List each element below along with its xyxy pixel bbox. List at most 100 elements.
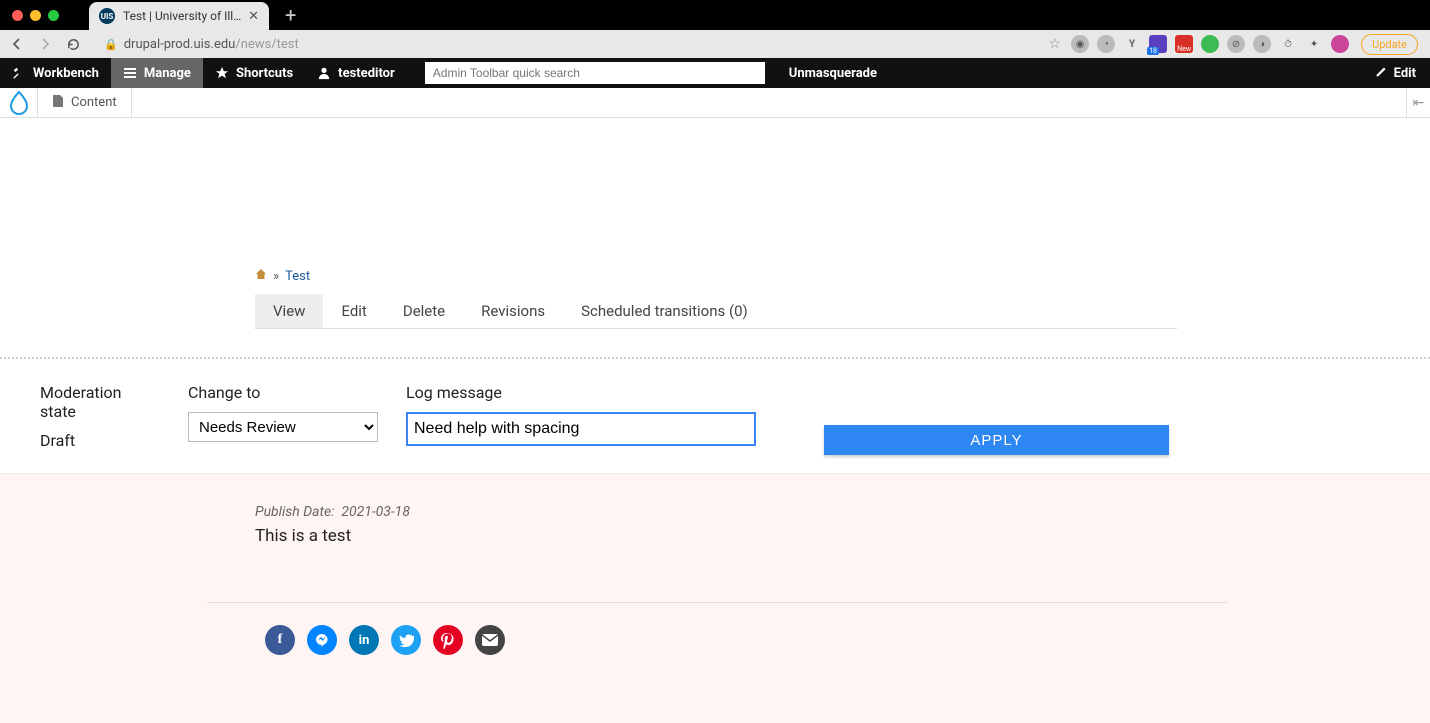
twitter-share-button[interactable] (391, 625, 421, 655)
collapse-toolbar-icon[interactable]: ⇤ (1406, 88, 1430, 118)
breadcrumb-current[interactable]: Test (285, 269, 310, 284)
publish-date: Publish Date: 2021-03-18 (255, 504, 1177, 520)
user-label: testeditor (338, 66, 395, 81)
linkedin-share-button[interactable]: in (349, 625, 379, 655)
node-body: This is a test (255, 526, 1177, 546)
node-content-region: Publish Date: 2021-03-18 This is a test … (0, 473, 1430, 723)
home-icon[interactable] (255, 268, 267, 284)
pencil-icon (1375, 65, 1388, 82)
manage-link[interactable]: Manage (111, 58, 203, 88)
change-to-label: Change to (188, 383, 378, 402)
badge-count: 18 (1147, 47, 1159, 55)
publish-date-value: 2021-03-18 (341, 504, 410, 520)
hamburger-icon (123, 66, 137, 80)
messenger-share-button[interactable] (307, 625, 337, 655)
extension-icon[interactable]: 18 (1149, 35, 1167, 53)
bookmark-star-icon[interactable]: ☆ (1049, 36, 1062, 52)
new-tab-button[interactable]: + (285, 3, 296, 27)
facebook-share-button[interactable]: f (265, 625, 295, 655)
url-host: drupal-prod.uis.edu (124, 37, 236, 52)
content-link[interactable]: Content (38, 88, 132, 118)
drupal-drop-icon (9, 91, 29, 115)
admin-search-input[interactable] (425, 62, 765, 84)
unmasquerade-link[interactable]: Unmasquerade (777, 58, 889, 88)
close-tab-icon[interactable]: ✕ (248, 9, 259, 24)
workbench-label: Workbench (33, 66, 99, 81)
messenger-icon (314, 632, 330, 648)
browser-tab[interactable]: UIS Test | University of Illinois Spri ✕ (89, 2, 269, 30)
shortcuts-label: Shortcuts (236, 66, 293, 81)
page-content: » Test View Edit Delete Revisions Schedu… (0, 118, 1430, 723)
moderation-form: Moderation state Draft Change to Needs R… (0, 359, 1430, 473)
tab-view[interactable]: View (255, 294, 323, 328)
profile-avatar-icon[interactable] (1331, 35, 1349, 53)
tab-revisions[interactable]: Revisions (463, 294, 563, 328)
tab-delete[interactable]: Delete (385, 294, 463, 328)
content-label: Content (71, 95, 117, 110)
pinterest-share-button[interactable] (433, 625, 463, 655)
tab-title: Test | University of Illinois Spri (123, 9, 242, 23)
favicon-icon: UIS (99, 8, 115, 24)
extension-icon[interactable]: ◑ (1253, 35, 1271, 53)
apply-button[interactable]: APPLY (824, 425, 1169, 455)
star-icon (215, 66, 229, 80)
shortcuts-link[interactable]: Shortcuts (203, 58, 305, 88)
minimize-window-icon[interactable] (30, 10, 41, 21)
extension-icon[interactable] (1201, 35, 1219, 53)
browser-toolbar: 🔒 drupal-prod.uis.edu/news/test ☆ ◉ ◔ Y … (0, 30, 1430, 58)
local-tasks-tabs: View Edit Delete Revisions Scheduled tra… (255, 294, 1177, 329)
tab-scheduled-transitions[interactable]: Scheduled transitions (0) (563, 294, 766, 328)
divider (207, 602, 1227, 603)
manage-label: Manage (144, 66, 191, 81)
reload-button[interactable] (64, 37, 82, 52)
breadcrumb: » Test (255, 268, 1430, 284)
close-window-icon[interactable] (12, 10, 23, 21)
admin-sub-toolbar: Content ⇤ (0, 88, 1430, 118)
edit-label: Edit (1394, 66, 1416, 81)
social-share-row: f in (265, 625, 1177, 655)
user-icon (317, 66, 331, 80)
extension-icons: ◉ ◔ Y 18 New ⊘ ◑ ⏱ ✦ Update (1071, 34, 1418, 55)
update-button[interactable]: Update (1361, 34, 1418, 55)
workbench-link[interactable]: Workbench (0, 58, 111, 88)
tab-edit[interactable]: Edit (323, 294, 384, 328)
badge-label: New (1177, 45, 1191, 53)
log-message-label: Log message (406, 383, 756, 402)
maximize-window-icon[interactable] (48, 10, 59, 21)
log-message-input[interactable] (406, 412, 756, 446)
extensions-menu-icon[interactable]: ✦ (1305, 35, 1323, 53)
publish-date-label: Publish Date: (255, 504, 335, 520)
url-text: drupal-prod.uis.edu/news/test (124, 37, 299, 52)
wrench-icon (12, 66, 26, 80)
pinterest-icon (433, 625, 463, 655)
lock-icon: 🔒 (104, 38, 118, 51)
browser-tab-strip: UIS Test | University of Illinois Spri ✕… (0, 0, 1430, 30)
extension-icon[interactable]: New (1175, 35, 1193, 53)
email-icon (482, 634, 498, 646)
user-link[interactable]: testeditor (305, 58, 407, 88)
extension-icon[interactable]: ◉ (1071, 35, 1089, 53)
facebook-icon: f (278, 632, 283, 648)
document-icon (52, 94, 64, 112)
extension-icon[interactable]: Y (1123, 35, 1141, 53)
admin-toolbar: Workbench Manage Shortcuts testeditor Un… (0, 58, 1430, 88)
drupal-home-link[interactable] (0, 88, 38, 118)
breadcrumb-separator: » (273, 269, 279, 284)
window-controls (12, 10, 59, 21)
extension-icon[interactable]: ⏱ (1279, 35, 1297, 53)
extension-icon[interactable]: ⊘ (1227, 35, 1245, 53)
address-bar[interactable]: 🔒 drupal-prod.uis.edu/news/test (92, 32, 1039, 56)
forward-button[interactable] (36, 36, 54, 52)
moderation-state-value: Draft (40, 431, 160, 450)
moderation-state-label: Moderation state (40, 383, 160, 421)
linkedin-icon: in (359, 633, 370, 648)
back-button[interactable] (8, 36, 26, 52)
url-path: /news/test (235, 37, 298, 52)
unmasquerade-label: Unmasquerade (789, 66, 877, 81)
admin-search (413, 58, 777, 88)
email-share-button[interactable] (475, 625, 505, 655)
edit-toggle[interactable]: Edit (1361, 65, 1430, 82)
twitter-icon (399, 633, 414, 648)
moderation-state-select[interactable]: Needs Review (188, 412, 378, 442)
extension-icon[interactable]: ◔ (1097, 35, 1115, 53)
